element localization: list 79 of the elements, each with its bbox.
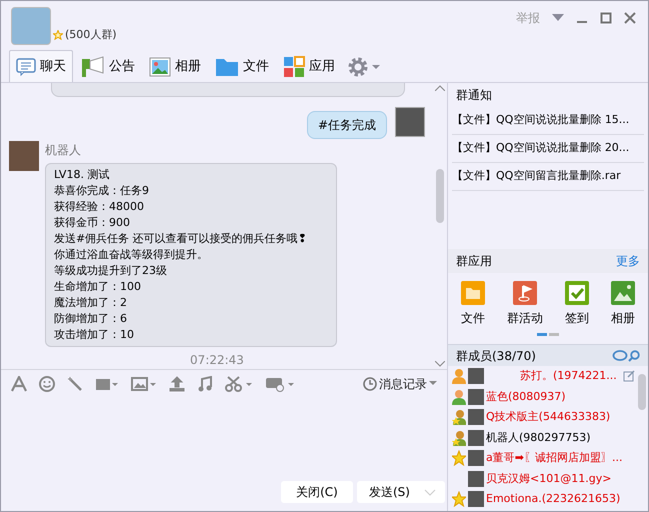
user-avatar: [395, 107, 425, 137]
upload-icon[interactable]: [169, 376, 185, 392]
clock-icon: [363, 376, 377, 390]
person-star-icon: [452, 430, 466, 446]
screen-share-icon[interactable]: [265, 376, 295, 392]
section-title: 群成员(38/70): [456, 348, 537, 364]
caret-icon: [429, 381, 437, 386]
notice-item[interactable]: 【文件】QQ空间留言批量删除.rar: [452, 163, 644, 191]
member-avatar: [468, 450, 484, 466]
tab[interactable]: 应用: [277, 52, 341, 82]
timestamp: 07:22:43: [189, 352, 245, 369]
tab[interactable]: 文件: [209, 52, 275, 82]
smiley-icon[interactable]: [39, 376, 55, 392]
star-icon: [452, 491, 466, 508]
scroll-down-icon[interactable]: [435, 361, 445, 367]
member-avatar: [468, 470, 484, 487]
group-avatar-icon: [11, 7, 51, 45]
maximize-icon[interactable]: [600, 12, 612, 24]
member-avatar: [468, 368, 484, 384]
member-avatar: [468, 409, 484, 426]
action-button[interactable]: 关闭(C): [281, 481, 353, 503]
caret-icon: [424, 488, 436, 496]
search-icon[interactable]: [628, 350, 640, 362]
person-icon: [452, 368, 466, 384]
scroll-up-icon[interactable]: [435, 85, 445, 91]
sender-name: 机器人: [45, 142, 82, 159]
checkmark-icon: [565, 281, 589, 305]
scrollbar-thumb[interactable]: [436, 169, 444, 223]
message-bubble: #任务完成: [306, 111, 387, 139]
star-icon: [53, 30, 63, 40]
chat-bubble-icon[interactable]: [612, 350, 628, 362]
person-star-icon: [452, 409, 466, 426]
action-button[interactable]: 发送(S): [357, 481, 445, 503]
message-history-button[interactable]: 消息记录: [363, 374, 437, 392]
app-button[interactable]: 签到: [565, 281, 589, 327]
app-grid-icon: [283, 56, 305, 78]
more-link[interactable]: 更多: [616, 252, 640, 270]
settings-icon[interactable]: [347, 56, 381, 78]
app-button[interactable]: 文件: [461, 281, 485, 327]
megaphone-icon: [81, 56, 105, 78]
person-icon: [452, 388, 466, 405]
member-name[interactable]: a董哥➡〖诚招网店加盟〗...: [486, 450, 622, 466]
dropdown-icon[interactable]: [552, 14, 564, 22]
tab[interactable]: 公告: [75, 52, 141, 82]
chat-icon: [16, 58, 36, 76]
image-icon[interactable]: [131, 376, 157, 392]
flag-icon: [513, 281, 537, 305]
section-title: 群应用: [456, 253, 493, 270]
app-button[interactable]: 群活动: [507, 281, 543, 327]
member-name[interactable]: 蓝色(8080937): [486, 388, 566, 405]
member-name[interactable]: Q技术版主(544633383): [486, 409, 610, 426]
member-avatar: [468, 430, 484, 446]
magic-wand-icon[interactable]: [67, 376, 83, 392]
edit-icon[interactable]: [622, 370, 635, 382]
tab[interactable]: 聊天: [9, 50, 73, 82]
mountain-picture-icon: [611, 281, 635, 305]
folder-icon: [215, 57, 239, 77]
scrollbar-thumb[interactable]: [638, 374, 646, 410]
member-avatar: [468, 491, 484, 508]
font-icon[interactable]: [11, 376, 27, 392]
member-name[interactable]: 苏打。(1974221...: [520, 368, 617, 384]
notice-item[interactable]: 【文件】QQ空间说说批量删除 15...: [452, 107, 644, 135]
group-size: (500人群): [65, 26, 117, 42]
member-name[interactable]: 机器人(980297753): [486, 430, 591, 446]
music-note-icon[interactable]: [197, 376, 213, 392]
tab[interactable]: 相册: [143, 52, 207, 82]
message-bubble: LV18. 测试 恭喜你完成：任务9 获得经验：48000 获得金币：900 发送#佣兵任务 还可以查看可以接受的佣兵任务哦❢ 你通过浴血奋战等级得到提升。 等级成功提升到了23级 生命增加了：100 魔法增加了：2 防御增加了：6 攻击增加了：10: [45, 163, 337, 347]
picture-icon: [149, 57, 171, 77]
close-icon[interactable]: [624, 12, 636, 24]
member-avatar: [468, 388, 484, 405]
scissors-icon[interactable]: [225, 376, 253, 392]
app-button[interactable]: 相册: [611, 281, 635, 327]
notice-item[interactable]: 【文件】QQ空间说说批量删除 20...: [452, 135, 644, 163]
section-title: 群通知: [455, 87, 493, 104]
folder-icon: [461, 281, 485, 305]
star-icon: [452, 450, 466, 466]
user-avatar: [9, 141, 39, 171]
member-name[interactable]: 贝克汉姆<101@11.gy>: [486, 470, 612, 487]
member-name[interactable]: Emotiona.(2232621653): [486, 491, 620, 508]
